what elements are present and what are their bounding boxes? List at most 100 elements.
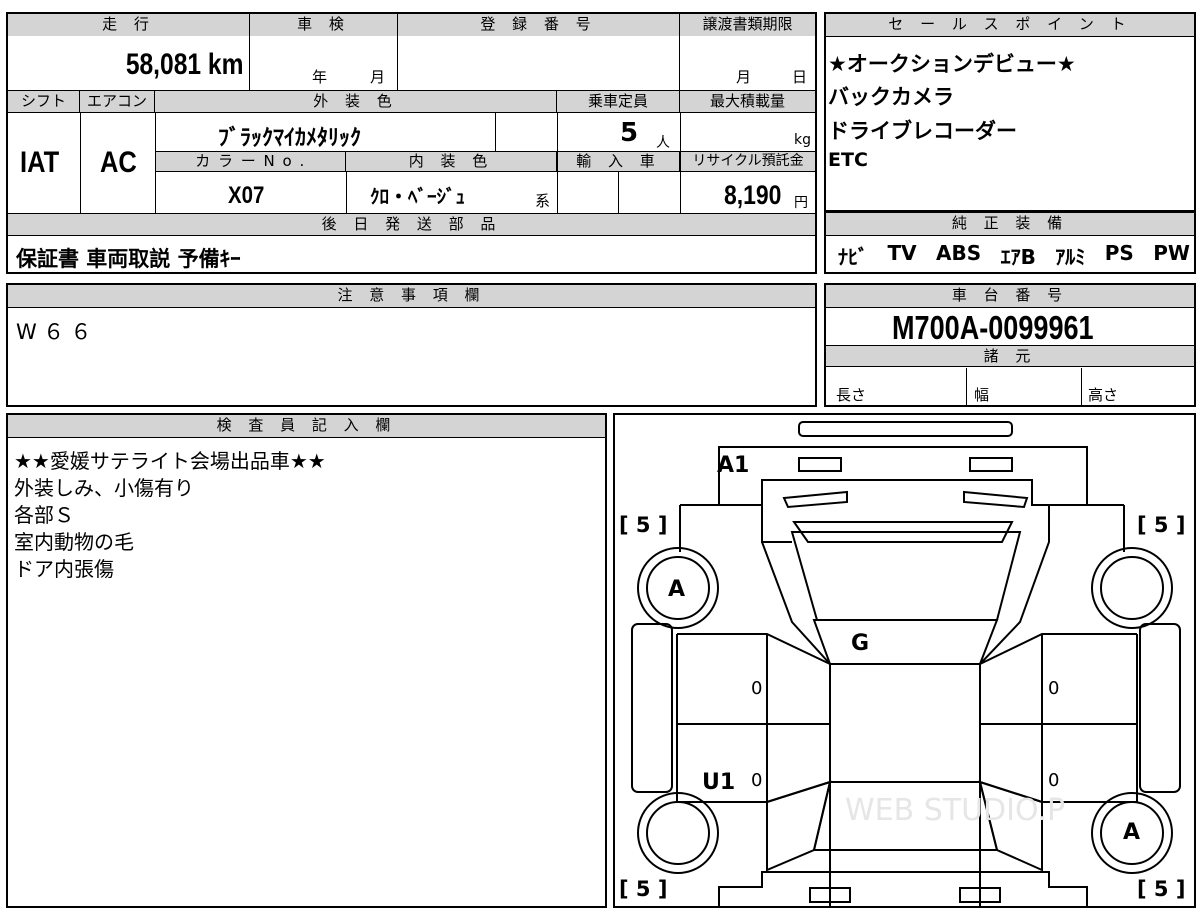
roof-front: [812, 619, 999, 665]
body-outline: [679, 504, 1125, 552]
tread-rear-right: [ 5 ]: [1137, 877, 1186, 901]
mark-zero-right-front: 0: [1048, 678, 1060, 699]
mileage-value: 58,081 km: [125, 48, 243, 81]
recycle-unit: 円: [794, 195, 808, 211]
mark-u1: U1: [702, 770, 736, 795]
genuine-equipment-panel: 純 正 装 備 ﾅﾋﾞ TV ABS ｴｱB ｱﾙﾐ PS PW: [824, 212, 1196, 274]
front-light-right: [969, 457, 1013, 472]
interior-color-label: 内 装 色: [346, 152, 557, 172]
later-parts-label: 後 日 発 送 部 品: [8, 214, 815, 236]
equipment-ps: PS: [1104, 241, 1134, 265]
exterior-color-value: ﾌﾞﾗｯｸﾏｲｶﾒﾀﾘｯｸ: [218, 126, 362, 151]
exterior-color-label: 外 装 色: [155, 91, 557, 113]
later-parts-value: 保証書 車両取説 予備ｷｰ: [16, 247, 241, 271]
ac-label: エアコン: [80, 91, 155, 113]
ac-value: AC: [100, 146, 137, 179]
rear-quarter-left: [766, 780, 832, 872]
inspection-label: 車 検: [250, 14, 398, 36]
left-pillars: [761, 505, 1050, 906]
chassis-header: 車 台 番 号: [826, 285, 1194, 308]
sales-point-1: ★オークションデビュー★: [828, 52, 1076, 76]
mark-g: G: [851, 631, 870, 656]
front-light-left: [798, 457, 842, 472]
capacity-unit: 人: [656, 135, 670, 151]
max-load-label: 最大積載量: [680, 91, 815, 113]
front-right-tire: [1091, 547, 1173, 629]
car-diagram-panel: [ 5 ] [ 5 ] [ 5 ] [ 5 ] A1 A G 0 0 U1 0 …: [613, 413, 1196, 908]
inspector-header: 検 査 員 記 入 欄: [8, 415, 605, 438]
inspector-line-2: 外装しみ、小傷有り: [14, 476, 194, 500]
chassis-panel: 車 台 番 号 M700A-0099961 諸 元 長さ 幅 高さ: [824, 283, 1196, 407]
capacity-label: 乗車定員: [557, 91, 680, 113]
mark-a-rear-right: A: [1123, 820, 1141, 845]
spec-table: 走 行 車 検 登 録 番 号 譲渡書類期限 58,081 km 年 月 月 日…: [6, 12, 817, 274]
inspector-line-3: 各部Ｓ: [14, 503, 74, 527]
inspection-year: 年: [312, 68, 328, 86]
front-panel: [718, 446, 1088, 506]
roof: [829, 663, 981, 783]
capacity-value: 5: [620, 118, 639, 148]
notes-value: W６６: [16, 320, 98, 344]
recycle-value: 8,190: [724, 180, 782, 210]
rear-left-rim: [646, 801, 710, 865]
tread-front-left: [ 5 ]: [619, 513, 668, 537]
sales-point-2: バックカメラ: [828, 85, 954, 109]
shift-value: IAT: [20, 146, 60, 179]
rear-panel: [718, 871, 1088, 906]
specs-header: 諸 元: [826, 345, 1194, 367]
equipment-alloy: ｱﾙﾐ: [1055, 245, 1086, 269]
notes-panel: 注 意 事 項 欄 W６６: [6, 283, 817, 407]
mileage-cell: 58,081 km: [8, 36, 250, 90]
length-label: 長さ: [836, 386, 867, 404]
hood-left-strip: [782, 490, 848, 509]
import-label: 輸 入 車: [558, 152, 680, 172]
registration-cell: [398, 36, 680, 90]
windshield: [790, 531, 1022, 621]
inspector-line-5: ドア内張傷: [14, 557, 114, 581]
color-no-value: X07: [228, 182, 265, 209]
front-bar: [798, 421, 1013, 437]
width-label: 幅: [974, 386, 990, 404]
interior-suffix: 系: [535, 192, 551, 210]
tread-rear-left: [ 5 ]: [619, 877, 668, 901]
inspection-cell: 年 月: [250, 36, 398, 90]
genuine-equipment-header: 純 正 装 備: [826, 213, 1194, 236]
equipment-navi: ﾅﾋﾞ: [838, 245, 868, 269]
mark-a-front-left: A: [668, 577, 686, 602]
mark-zero-right-rear: 0: [1048, 770, 1060, 791]
car-diagram: [631, 421, 1181, 906]
right-rail: [1139, 623, 1181, 793]
sales-points-header: セ ー ル ス ポ イ ン ト: [826, 14, 1194, 37]
inspector-line-4: 室内動物の毛: [14, 530, 134, 554]
recycle-label: リサイクル預託金: [681, 152, 815, 172]
transfer-cell: 月 日: [680, 36, 815, 90]
notes-header: 注 意 事 項 欄: [8, 285, 815, 308]
rear-left-tire: [637, 792, 719, 874]
color-no-label: カ ラ ー N o .: [156, 152, 346, 172]
equipment-list: ﾅﾋﾞ TV ABS ｴｱB ｱﾙﾐ PS PW: [838, 241, 1190, 270]
equipment-airbag: ｴｱB: [1000, 245, 1036, 269]
sales-points-panel: セ ー ル ス ポ イ ン ト ★オークションデビュー★ バックカメラ ドライブ…: [824, 12, 1196, 212]
equipment-abs: ABS: [936, 241, 982, 265]
inspection-month: 月: [370, 68, 386, 86]
equipment-tv: TV: [887, 241, 917, 265]
height-label: 高さ: [1088, 386, 1119, 404]
max-load-unit: kg: [794, 132, 811, 148]
inspector-line-1: ★★愛媛サテライト会場出品車★★: [14, 449, 326, 473]
transfer-deadline-label: 譲渡書類期限: [680, 14, 815, 36]
shift-label: シフト: [8, 91, 80, 113]
sales-point-3: ドライブレコーダー: [828, 119, 1017, 143]
registration-label: 登 録 番 号: [398, 14, 680, 36]
mark-zero-left-front: 0: [751, 678, 763, 699]
hood-right-strip: [963, 490, 1029, 509]
front-right-rim: [1100, 556, 1164, 620]
interior-color-value: ｸﾛ・ﾍﾞｰｼﾞｭ: [370, 186, 466, 208]
tread-front-right: [ 5 ]: [1137, 513, 1186, 537]
mark-a1: A1: [717, 453, 750, 478]
left-rail: [631, 623, 673, 793]
watermark: WEB STUDIO.P: [845, 793, 1066, 828]
equipment-pw: PW: [1153, 241, 1190, 265]
transfer-month: 月: [736, 68, 752, 86]
sales-point-4: ETC: [828, 149, 868, 171]
mileage-label: 走 行: [8, 14, 250, 36]
